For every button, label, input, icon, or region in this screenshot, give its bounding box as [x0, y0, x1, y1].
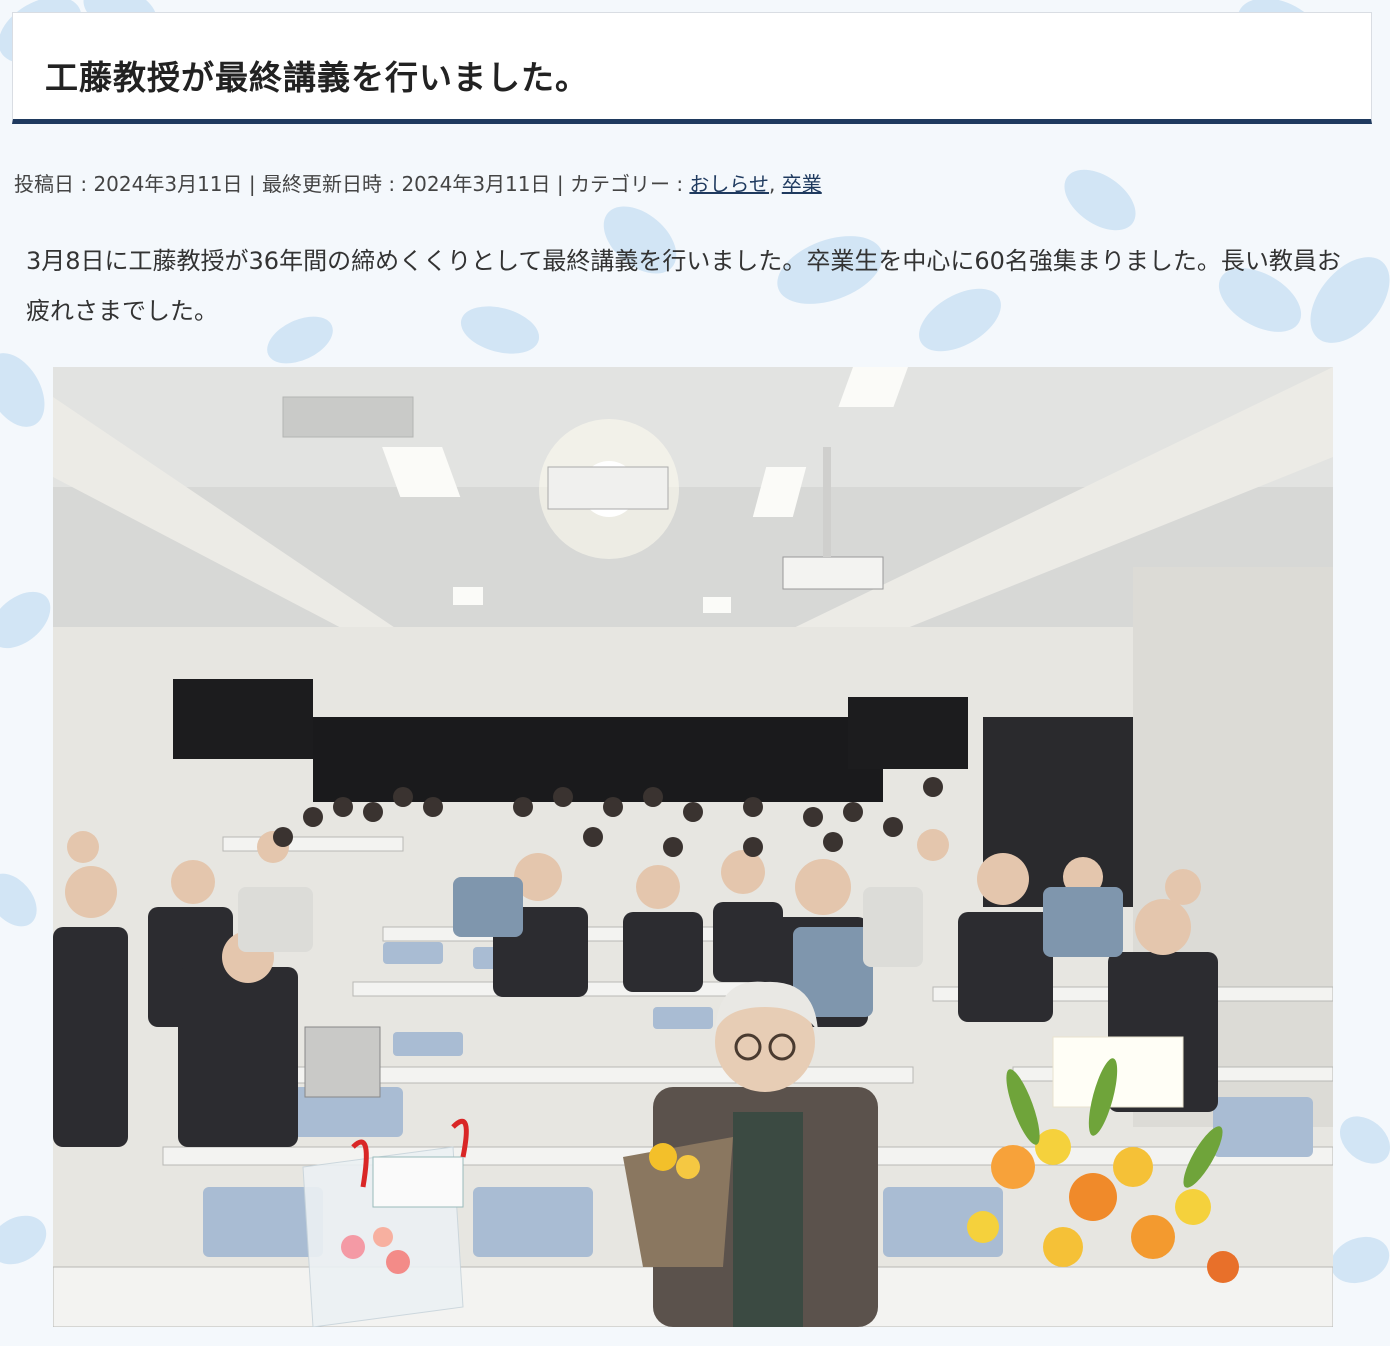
posted-date: 2024年3月11日	[93, 172, 243, 196]
meta-separator: |	[550, 172, 570, 196]
lecture-hall-photo	[53, 367, 1333, 1327]
posted-label: 投稿日 :	[14, 172, 94, 196]
post-title-box: 工藤教授が最終講義を行いました。	[12, 12, 1372, 124]
updated-date: 2024年3月11日	[401, 172, 551, 196]
post-meta: 投稿日 : 2024年3月11日 | 最終更新日時 : 2024年3月11日 |…	[14, 168, 822, 197]
post-body: 3月8日に工藤教授が36年間の締めくくりとして最終講義を行いました。卒業生を中心…	[26, 247, 1341, 325]
category-link-news[interactable]: おしらせ	[689, 172, 769, 196]
post-title: 工藤教授が最終講義を行いました。	[45, 58, 589, 97]
category-label: カテゴリー :	[569, 172, 690, 196]
meta-separator: |	[242, 172, 262, 196]
updated-label: 最終更新日時 :	[261, 172, 402, 196]
category-link-graduation[interactable]: 卒業	[782, 172, 822, 196]
category-separator: ,	[769, 172, 782, 196]
